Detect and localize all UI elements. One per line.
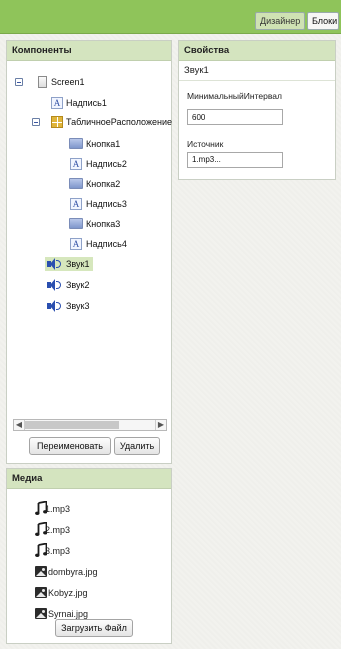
media-file-name: 1.mp3	[45, 504, 71, 514]
sound-icon	[47, 300, 62, 312]
scroll-left-arrow-icon[interactable]: ◀	[14, 420, 25, 430]
scroll-right-arrow-icon[interactable]: ▶	[155, 420, 166, 430]
media-file-name: dombyra.jpg	[48, 567, 98, 577]
designer-button[interactable]: Дизайнер	[255, 12, 305, 30]
tree-item-label: Кнопка1	[86, 139, 121, 149]
media-panel-title: Медиа	[7, 469, 171, 489]
tree-item-label: Надпись3	[86, 199, 127, 209]
tree-item-label: Надпись4	[86, 239, 127, 249]
label-icon: A	[70, 198, 82, 210]
tree-item-label: Кнопка2	[86, 179, 121, 189]
image-icon	[35, 566, 47, 577]
image-icon	[35, 608, 47, 619]
tree-item-label: Звук1	[66, 259, 90, 269]
tree-item-label: Звук2	[66, 280, 90, 290]
source-label: Источник	[187, 139, 224, 149]
min-interval-label: МинимальныйИнтервал	[187, 91, 282, 101]
button-icon	[69, 218, 83, 229]
sound-icon	[47, 279, 62, 291]
components-panel-title: Компоненты	[7, 41, 171, 61]
label-icon: A	[70, 238, 82, 250]
table-arrangement-icon	[51, 116, 63, 128]
screen-icon	[38, 76, 47, 88]
label-icon: A	[70, 158, 82, 170]
label-icon: A	[51, 97, 63, 109]
horizontal-scrollbar[interactable]: ◀ ▶	[13, 419, 167, 431]
rename-button[interactable]: Переименовать	[29, 437, 111, 455]
delete-button[interactable]: Удалить	[114, 437, 160, 455]
properties-panel-title: Свойства	[179, 41, 335, 61]
components-panel: Компоненты Screen1 A Надпись1 ТабличноеР…	[6, 40, 172, 464]
scrollbar-thumb[interactable]	[25, 421, 119, 429]
upload-file-button[interactable]: Загрузить Файл	[55, 619, 133, 637]
button-icon	[69, 138, 83, 149]
tree-item-label: Надпись2	[86, 159, 127, 169]
tree-item-label: ТабличноеРасположение	[66, 117, 172, 127]
collapse-toggle-icon[interactable]	[15, 78, 23, 86]
top-toolbar: Дизайнер Блоки	[0, 0, 341, 34]
tree-item-label: Надпись1	[66, 98, 107, 108]
selected-component-name: Звук1	[179, 61, 335, 81]
sound-icon	[47, 258, 62, 270]
tree-item-label: Кнопка3	[86, 219, 121, 229]
source-picker[interactable]: 1.mp3...	[187, 152, 283, 168]
image-icon	[35, 587, 47, 598]
tree-item-sound1[interactable]: Звук1	[45, 257, 93, 271]
media-file-name: 2.mp3	[45, 525, 71, 535]
media-panel: Медиа 1.mp3 2.mp3 3.mp3 dombyra.jpg Koby…	[6, 468, 172, 644]
properties-panel: Свойства Звук1 МинимальныйИнтервал Источ…	[178, 40, 336, 180]
media-file-name: Kobyz.jpg	[48, 588, 88, 598]
blocks-button[interactable]: Блоки	[307, 12, 339, 30]
tree-item-label: Звук3	[66, 301, 90, 311]
media-file-name: 3.mp3	[45, 546, 71, 556]
collapse-toggle-icon[interactable]	[32, 118, 40, 126]
button-icon	[69, 178, 83, 189]
tree-item-label: Screen1	[51, 77, 85, 87]
min-interval-input[interactable]	[187, 109, 283, 125]
